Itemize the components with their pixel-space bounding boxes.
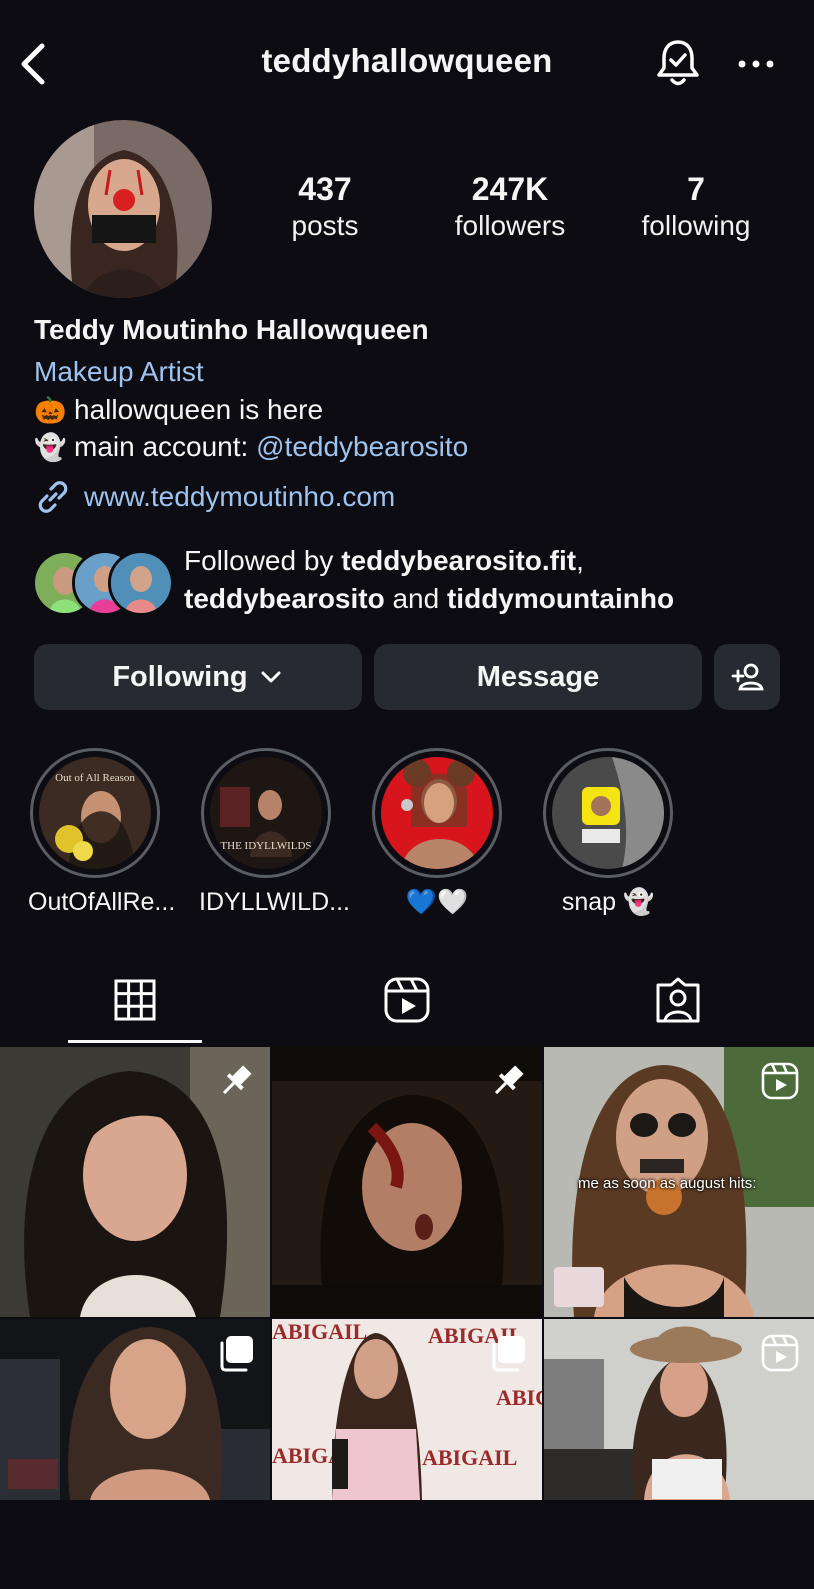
stat-posts-label: posts [291,210,359,241]
highlight-label: snap 👻 [561,888,655,916]
carousel-icon [492,1336,525,1372]
bio-line-1-text: hallowqueen is here [74,394,324,425]
stat-following[interactable]: 7 following [628,170,764,244]
bio-line-2-text: main account: [74,431,257,462]
tagged-person-icon [656,977,700,1023]
followed-by-user-3: tiddymountainho [446,583,675,614]
ghost-emoji: 👻 [34,431,67,462]
following-button[interactable]: Following [34,644,362,710]
followed-by-user-2: teddybearosito [184,583,385,614]
stat-followers[interactable]: 247K followers [440,170,580,244]
stat-followers-count: 247K [471,171,549,207]
mutual-follower-avatar-3[interactable] [108,550,174,616]
suggest-people-button[interactable] [714,644,780,710]
post-tile[interactable]: ABIGAIL ABIGAIL ABIGAIL ABIGAIL ABIGAIL [272,1319,542,1589]
bio-line-1: 🎃 hallowqueen is here [34,394,323,426]
highlight-out-of-all-reason[interactable]: Out of All Reason OutOfAllRe... [28,748,176,917]
post-caption-overlay: me as soon as august hits: [578,1175,757,1192]
highlight-label: IDYLLWILD... [199,888,350,916]
post-overlay-text: ABIGAIL [496,1385,542,1410]
post-tile[interactable] [0,1319,270,1589]
highlight-snap[interactable]: snap 👻 [541,748,675,917]
profile-display-name: Teddy Moutinho Hallowqueen [34,314,429,345]
highlight-idyllwilds[interactable]: THE IDYLLWILDS IDYLLWILD... [199,748,350,917]
chevron-down-icon [261,671,281,683]
link-icon [38,481,68,513]
website-link[interactable]: www.teddymoutinho.com [34,478,395,516]
following-button-label: Following [112,660,248,693]
profile-avatar[interactable] [34,120,212,298]
message-button[interactable]: Message [374,644,702,710]
stat-posts[interactable]: 437 posts [268,170,382,244]
bio-mention-link[interactable]: @teddybearosito [256,431,468,463]
reel-icon [761,1062,799,1100]
highlight-cover-title: Out of All Reason [55,772,135,784]
stat-following-count: 7 [687,171,705,207]
more-options-icon[interactable] [736,52,776,76]
post-tile[interactable] [0,1047,270,1317]
stat-posts-count: 437 [298,171,352,207]
profile-category: Makeup Artist [34,356,204,387]
reels-icon [384,977,430,1023]
followed-by-prefix: Followed by [184,545,342,576]
stat-followers-label: followers [454,210,566,241]
active-tab-indicator [68,1040,202,1043]
bio-line-2: 👻 main account: @teddybearosito [34,431,468,463]
followed-by-text[interactable]: Followed by teddybearosito.fit, teddybea… [184,542,804,618]
post-tile[interactable] [544,1319,814,1589]
followed-by-and: and [384,583,447,614]
pinned-icon [494,1065,524,1095]
reel-icon [761,1334,799,1372]
highlight-ring [543,748,673,878]
followed-by-separator: , [576,545,584,576]
highlight-ring [372,748,502,878]
followed-by-user-1: teddybearosito.fit [341,545,577,576]
highlight-cover [552,757,664,869]
tab-tagged[interactable] [643,972,713,1028]
post-tile[interactable]: me as soon as august hits: [544,1047,814,1317]
highlight-cover-title: THE IDYLLWILDS [220,840,311,852]
carousel-icon [220,1336,253,1372]
highlight-cover: Out of All Reason [39,757,151,869]
highlight-ring: Out of All Reason [30,748,160,878]
pumpkin-emoji: 🎃 [34,394,67,425]
add-person-icon [731,663,764,691]
highlight-cover: THE IDYLLWILDS [210,757,322,869]
post-tile[interactable] [272,1047,542,1317]
website-link-text: www.teddymoutinho.com [84,481,396,512]
message-button-label: Message [476,660,600,693]
highlight-label: OutOfAllRe... [28,888,176,916]
pinned-icon [222,1065,252,1095]
tab-reels[interactable] [372,972,442,1028]
post-overlay-text: ABIGAIL [272,1319,367,1344]
highlight-ring: THE IDYLLWILDS [201,748,331,878]
highlight-hearts[interactable]: 💙🤍 [370,748,504,917]
post-overlay-text: ABIGAIL [422,1445,517,1470]
stat-following-label: following [641,210,751,241]
highlight-cover [381,757,493,869]
grid-icon [114,979,156,1021]
notification-bell-icon[interactable] [654,38,702,88]
tab-posts-grid[interactable] [100,972,170,1028]
highlight-label: 💙🤍 [405,888,469,916]
